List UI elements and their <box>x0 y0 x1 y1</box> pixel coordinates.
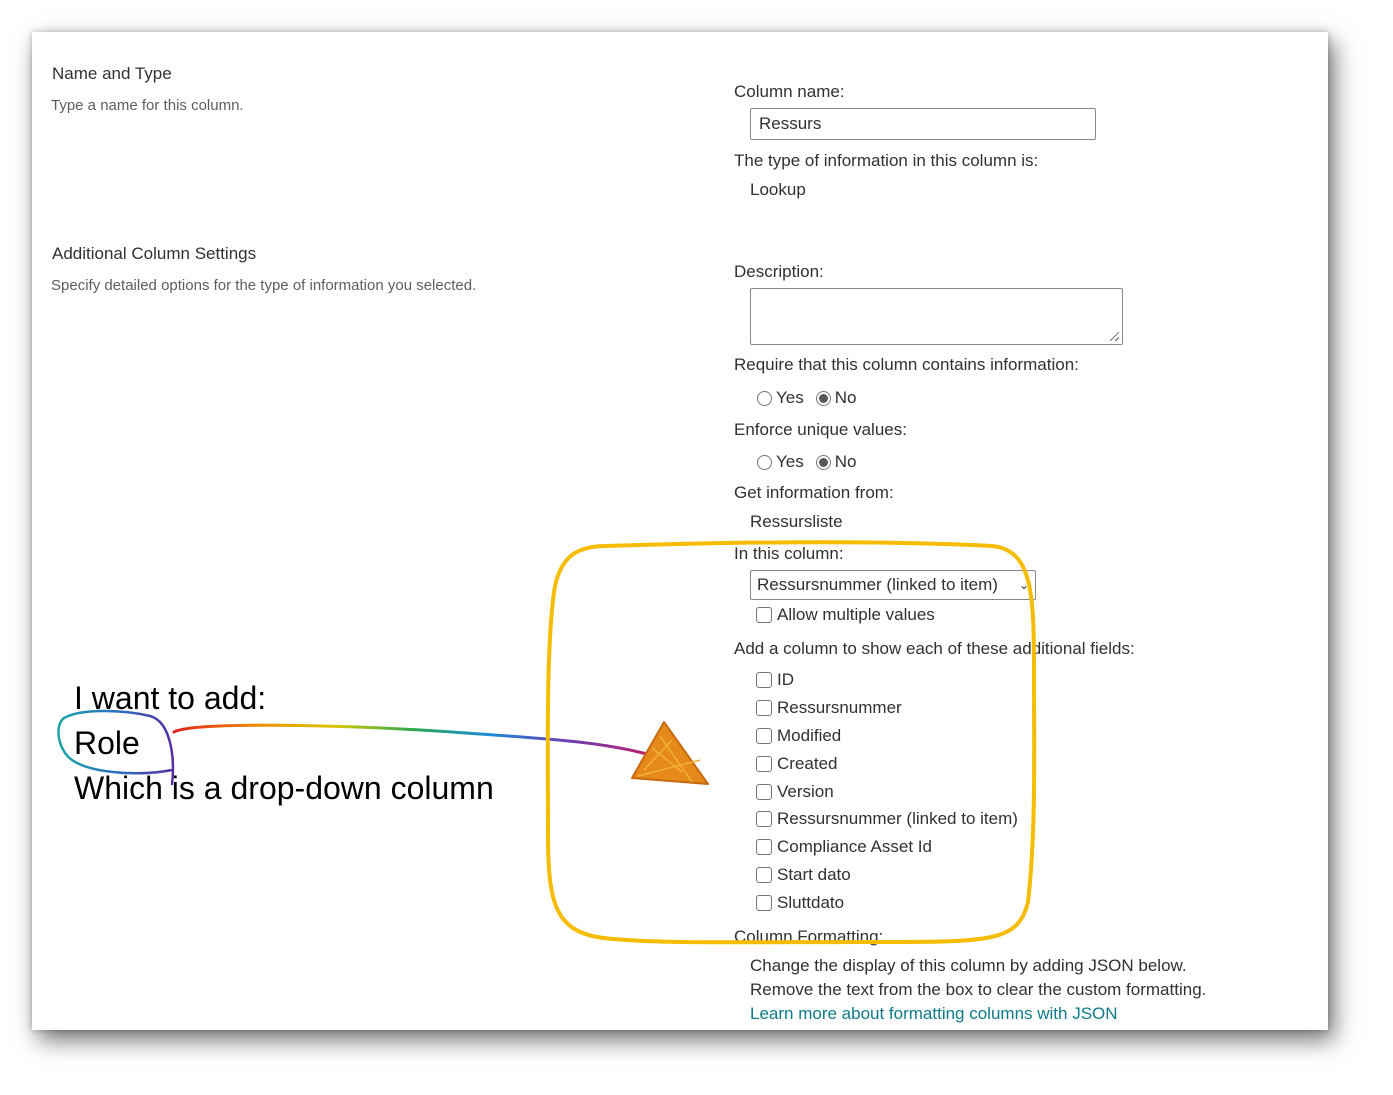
require-yes-radio[interactable] <box>757 390 772 406</box>
get-info-label: Get information from: <box>734 483 894 502</box>
field-checkbox[interactable] <box>756 672 772 688</box>
type-info-label: The type of information in this column i… <box>734 151 1039 170</box>
annotation-line-1: I want to add: <box>74 680 267 716</box>
require-radio-group: Yes No <box>757 388 856 408</box>
section-title-additional: Additional Column Settings <box>52 244 257 263</box>
field-label: Version <box>777 782 834 801</box>
field-option[interactable]: Modified <box>756 726 841 746</box>
field-checkbox[interactable] <box>756 728 772 744</box>
resize-grip-icon[interactable] <box>1110 332 1119 341</box>
unique-no-radio[interactable] <box>815 454 831 470</box>
field-checkbox[interactable] <box>756 756 772 772</box>
field-option[interactable]: Sluttdato <box>756 893 844 913</box>
require-label: Require that this column contains inform… <box>734 355 1079 374</box>
field-label: Sluttdato <box>777 893 845 912</box>
unique-yes-radio[interactable] <box>757 454 772 470</box>
in-column-label: In this column: <box>734 544 844 563</box>
section-desc-name-type: Type a name for this column. <box>51 97 244 114</box>
field-checkbox[interactable] <box>756 867 772 883</box>
section-title-name-type: Name and Type <box>52 64 172 83</box>
field-option[interactable]: Compliance Asset Id <box>756 837 932 857</box>
description-textarea[interactable] <box>750 288 1123 345</box>
column-settings-panel: Name and Type Type a name for this colum… <box>32 32 1328 1030</box>
type-info-value: Lookup <box>750 180 806 199</box>
field-option[interactable]: Created <box>756 754 837 774</box>
unique-label: Enforce unique values: <box>734 420 907 439</box>
get-info-value: Ressursliste <box>750 512 843 531</box>
allow-multiple-label: Allow multiple values <box>777 605 935 624</box>
in-column-select[interactable]: Ressursnummer (linked to item) ⌄ <box>750 570 1036 600</box>
chevron-down-icon: ⌄ <box>1018 578 1029 592</box>
field-option[interactable]: Version <box>756 782 834 802</box>
field-checkbox[interactable] <box>756 784 772 800</box>
in-column-selected: Ressursnummer (linked to item) <box>757 575 998 594</box>
unique-radio-group: Yes No <box>757 452 856 472</box>
require-yes-label: Yes <box>776 388 804 407</box>
field-option[interactable]: Ressursnummer <box>756 698 902 718</box>
field-option[interactable]: Ressursnummer (linked to item) <box>756 809 1018 829</box>
require-no-label: No <box>834 388 857 407</box>
formatting-label: Column Formatting: <box>734 927 884 946</box>
column-name-label: Column name: <box>734 82 845 101</box>
field-option[interactable]: Start dato <box>756 865 851 885</box>
annotation-line-3: Which is a drop-down column <box>74 770 494 806</box>
field-label: Compliance Asset Id <box>777 837 932 856</box>
field-option[interactable]: ID <box>756 670 794 690</box>
formatting-text-2: Remove the text from the box to clear th… <box>750 980 1207 999</box>
arrow-head-icon <box>631 721 709 785</box>
field-label: Ressursnummer (linked to item) <box>777 809 1018 828</box>
additional-fields-label: Add a column to show each of these addit… <box>734 639 1135 658</box>
field-label: Start dato <box>777 865 851 884</box>
unique-no-label: No <box>834 452 857 471</box>
annotation-overlay <box>57 540 1037 945</box>
field-checkbox[interactable] <box>756 700 772 716</box>
unique-yes-label: Yes <box>776 452 804 471</box>
annotation-arrow-line <box>172 723 649 756</box>
section-desc-additional: Specify detailed options for the type of… <box>51 277 477 294</box>
description-label: Description: <box>734 262 824 281</box>
field-label: Created <box>777 754 838 773</box>
formatting-learn-more-link[interactable]: Learn more about formatting columns with… <box>750 1004 1118 1024</box>
field-label: ID <box>777 670 794 689</box>
field-checkbox[interactable] <box>756 895 772 911</box>
column-name-input[interactable] <box>750 108 1096 140</box>
annotation-line-2: Role <box>74 725 140 761</box>
formatting-text-1: Change the display of this column by add… <box>750 956 1187 975</box>
field-label: Ressursnummer <box>777 698 902 717</box>
field-label: Modified <box>777 726 842 745</box>
require-no-radio[interactable] <box>815 390 831 406</box>
allow-multiple-row[interactable]: Allow multiple values <box>756 605 935 625</box>
field-checkbox[interactable] <box>756 839 772 855</box>
allow-multiple-checkbox[interactable] <box>756 607 772 623</box>
field-checkbox[interactable] <box>756 811 772 827</box>
